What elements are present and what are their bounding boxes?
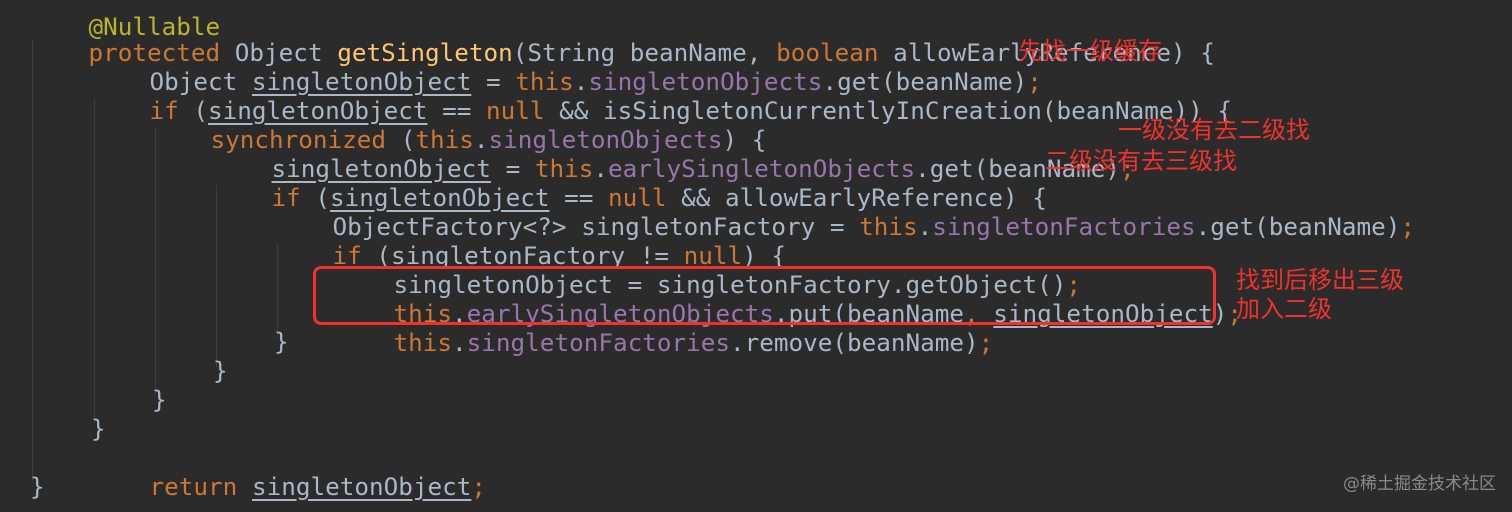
closing-brace: } [152, 385, 167, 414]
closing-brace: } [274, 327, 289, 356]
field-token: singletonFactories [466, 328, 730, 357]
semicolon-token: ; [1400, 212, 1416, 241]
keyword-token: this [393, 328, 453, 357]
code-line-if-null-check: if (singletonObject == null && isSinglet… [91, 67, 1233, 125]
code-line-third-level-lookup: ObjectFactory<?> singletonFactory = this… [274, 183, 1416, 241]
note-add-second-level: 加入二级 [1236, 295, 1332, 323]
watermark: @稀土掘金技术社区 [1343, 474, 1496, 494]
indent-guide [32, 40, 33, 480]
code-line-return: return singletonObject; [91, 443, 486, 501]
code-text: . [917, 212, 933, 241]
code-line-second-level-lookup: singletonObject = this.earlySingletonObj… [213, 125, 1135, 183]
brace-token: } [152, 385, 167, 414]
closing-brace: } [30, 472, 45, 501]
semicolon-token: ; [471, 472, 486, 501]
keyword-token: return [149, 472, 238, 501]
code-line-if-allow-early: if (singletonObject == null && allowEarl… [213, 154, 1047, 212]
code-line-synchronized: synchronized (this.singletonObjects) { [152, 96, 767, 154]
brace-token: } [91, 414, 106, 443]
code-text: . [452, 328, 467, 357]
keyword-token: this [859, 212, 918, 241]
code-text: .remove(beanName) [729, 328, 979, 357]
closing-brace: } [91, 414, 106, 443]
variable-token: singletonObject [251, 472, 472, 501]
brace-token: } [213, 356, 228, 385]
code-editor[interactable]: @Nullable protected Object getSingleton(… [0, 0, 1512, 512]
note-third-level-cache: 二级没有去三级找 [1045, 147, 1237, 175]
closing-brace: } [213, 356, 228, 385]
note-move-out-third-level: 找到后移出三级 [1236, 266, 1404, 294]
brace-token: } [30, 472, 45, 501]
highlight-box [313, 266, 1216, 325]
note-first-level-cache: 先找一级缓存 [1018, 37, 1162, 65]
code-line-first-level-lookup: Object singletonObject = this.singletonO… [91, 38, 1042, 96]
semicolon-token: ; [978, 328, 994, 357]
code-line-method-signature: protected Object getSingleton(String bea… [30, 9, 1215, 67]
code-text: .get(beanName) [1195, 212, 1401, 241]
brace-token: } [274, 327, 289, 356]
note-second-level-cache: 一级没有去二级找 [1118, 116, 1310, 144]
code-line-if-factory-not-null: if (singletonFactory != null) { [274, 212, 787, 270]
field-token: singletonFactories [932, 212, 1196, 241]
